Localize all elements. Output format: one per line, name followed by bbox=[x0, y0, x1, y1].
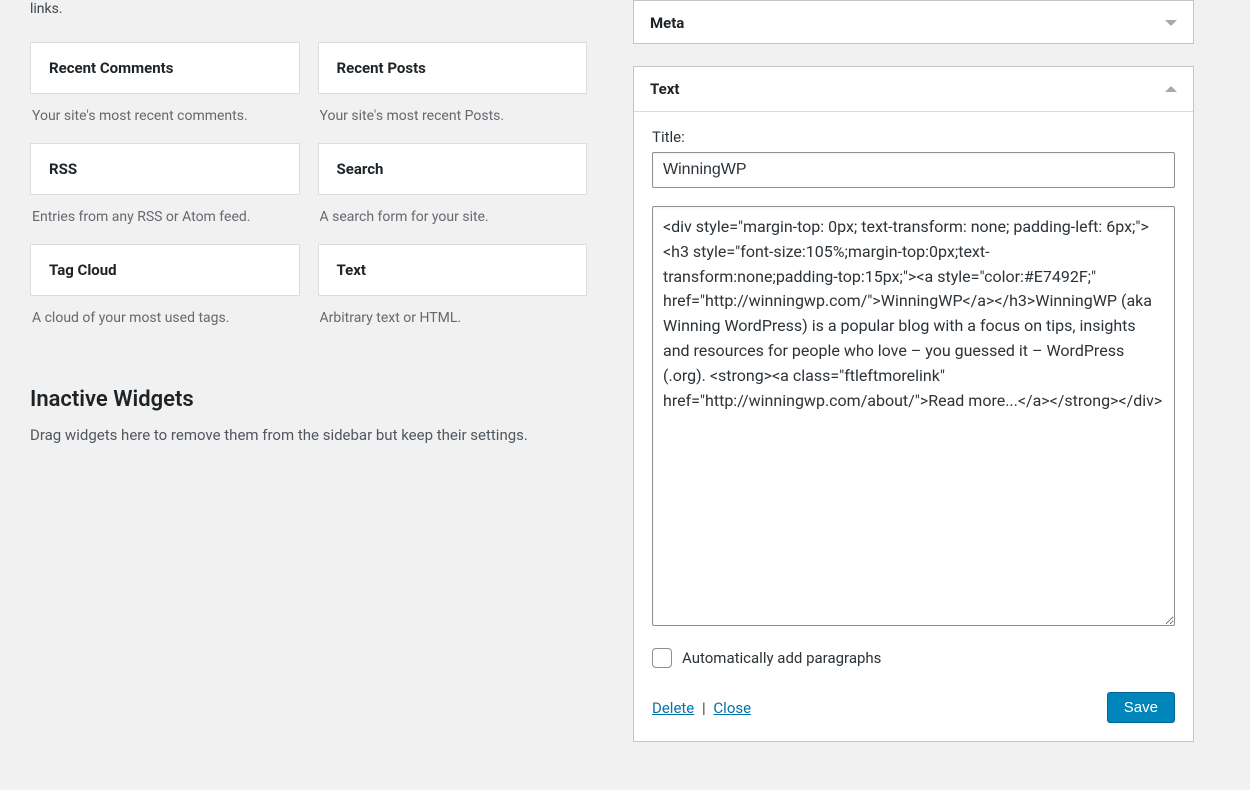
widget-title: Recent Comments bbox=[49, 59, 281, 77]
title-label: Title: bbox=[652, 128, 1175, 146]
available-widget-rss[interactable]: RSS bbox=[30, 143, 300, 195]
close-link[interactable]: Close bbox=[713, 699, 751, 717]
widget-title: Search bbox=[337, 160, 569, 178]
available-widgets-grid: Recent Comments Your site's most recent … bbox=[30, 42, 587, 335]
widget-title: RSS bbox=[49, 160, 281, 178]
title-input[interactable] bbox=[652, 152, 1175, 188]
inactive-widgets-heading: Inactive Widgets bbox=[30, 387, 587, 412]
save-button[interactable]: Save bbox=[1107, 692, 1175, 723]
inactive-widgets-desc: Drag widgets here to remove them from th… bbox=[30, 424, 570, 447]
sidebar-widget-meta: Meta bbox=[633, 0, 1194, 44]
widget-desc: Arbitrary text or HTML. bbox=[318, 296, 588, 335]
delete-link[interactable]: Delete bbox=[652, 699, 694, 717]
widget-desc: Your site's most recent comments. bbox=[30, 94, 300, 133]
autop-checkbox[interactable] bbox=[652, 648, 672, 668]
available-widget-recent-posts[interactable]: Recent Posts bbox=[318, 42, 588, 94]
chevron-down-icon bbox=[1165, 20, 1177, 26]
widget-head-label: Meta bbox=[650, 14, 684, 32]
available-widget-text[interactable]: Text bbox=[318, 244, 588, 296]
intro-fragment: links. bbox=[30, 0, 587, 20]
available-widget-recent-comments[interactable]: Recent Comments bbox=[30, 42, 300, 94]
widget-desc: Your site's most recent Posts. bbox=[318, 94, 588, 133]
widget-head-text[interactable]: Text bbox=[634, 67, 1193, 111]
content-textarea[interactable] bbox=[652, 206, 1175, 626]
widget-title: Tag Cloud bbox=[49, 261, 281, 279]
widget-head-meta[interactable]: Meta bbox=[634, 1, 1193, 45]
widget-desc: Entries from any RSS or Atom feed. bbox=[30, 195, 300, 234]
chevron-up-icon bbox=[1165, 86, 1177, 92]
widget-desc: A cloud of your most used tags. bbox=[30, 296, 300, 335]
autop-label: Automatically add paragraphs bbox=[682, 649, 881, 667]
available-widget-search[interactable]: Search bbox=[318, 143, 588, 195]
widget-title: Text bbox=[337, 261, 569, 279]
widget-head-label: Text bbox=[650, 80, 679, 98]
widget-desc: A search form for your site. bbox=[318, 195, 588, 234]
separator: | bbox=[698, 699, 710, 717]
available-widget-tag-cloud[interactable]: Tag Cloud bbox=[30, 244, 300, 296]
widget-title: Recent Posts bbox=[337, 59, 569, 77]
sidebar-widget-text: Text Title: Automatically add paragraphs… bbox=[633, 66, 1194, 742]
